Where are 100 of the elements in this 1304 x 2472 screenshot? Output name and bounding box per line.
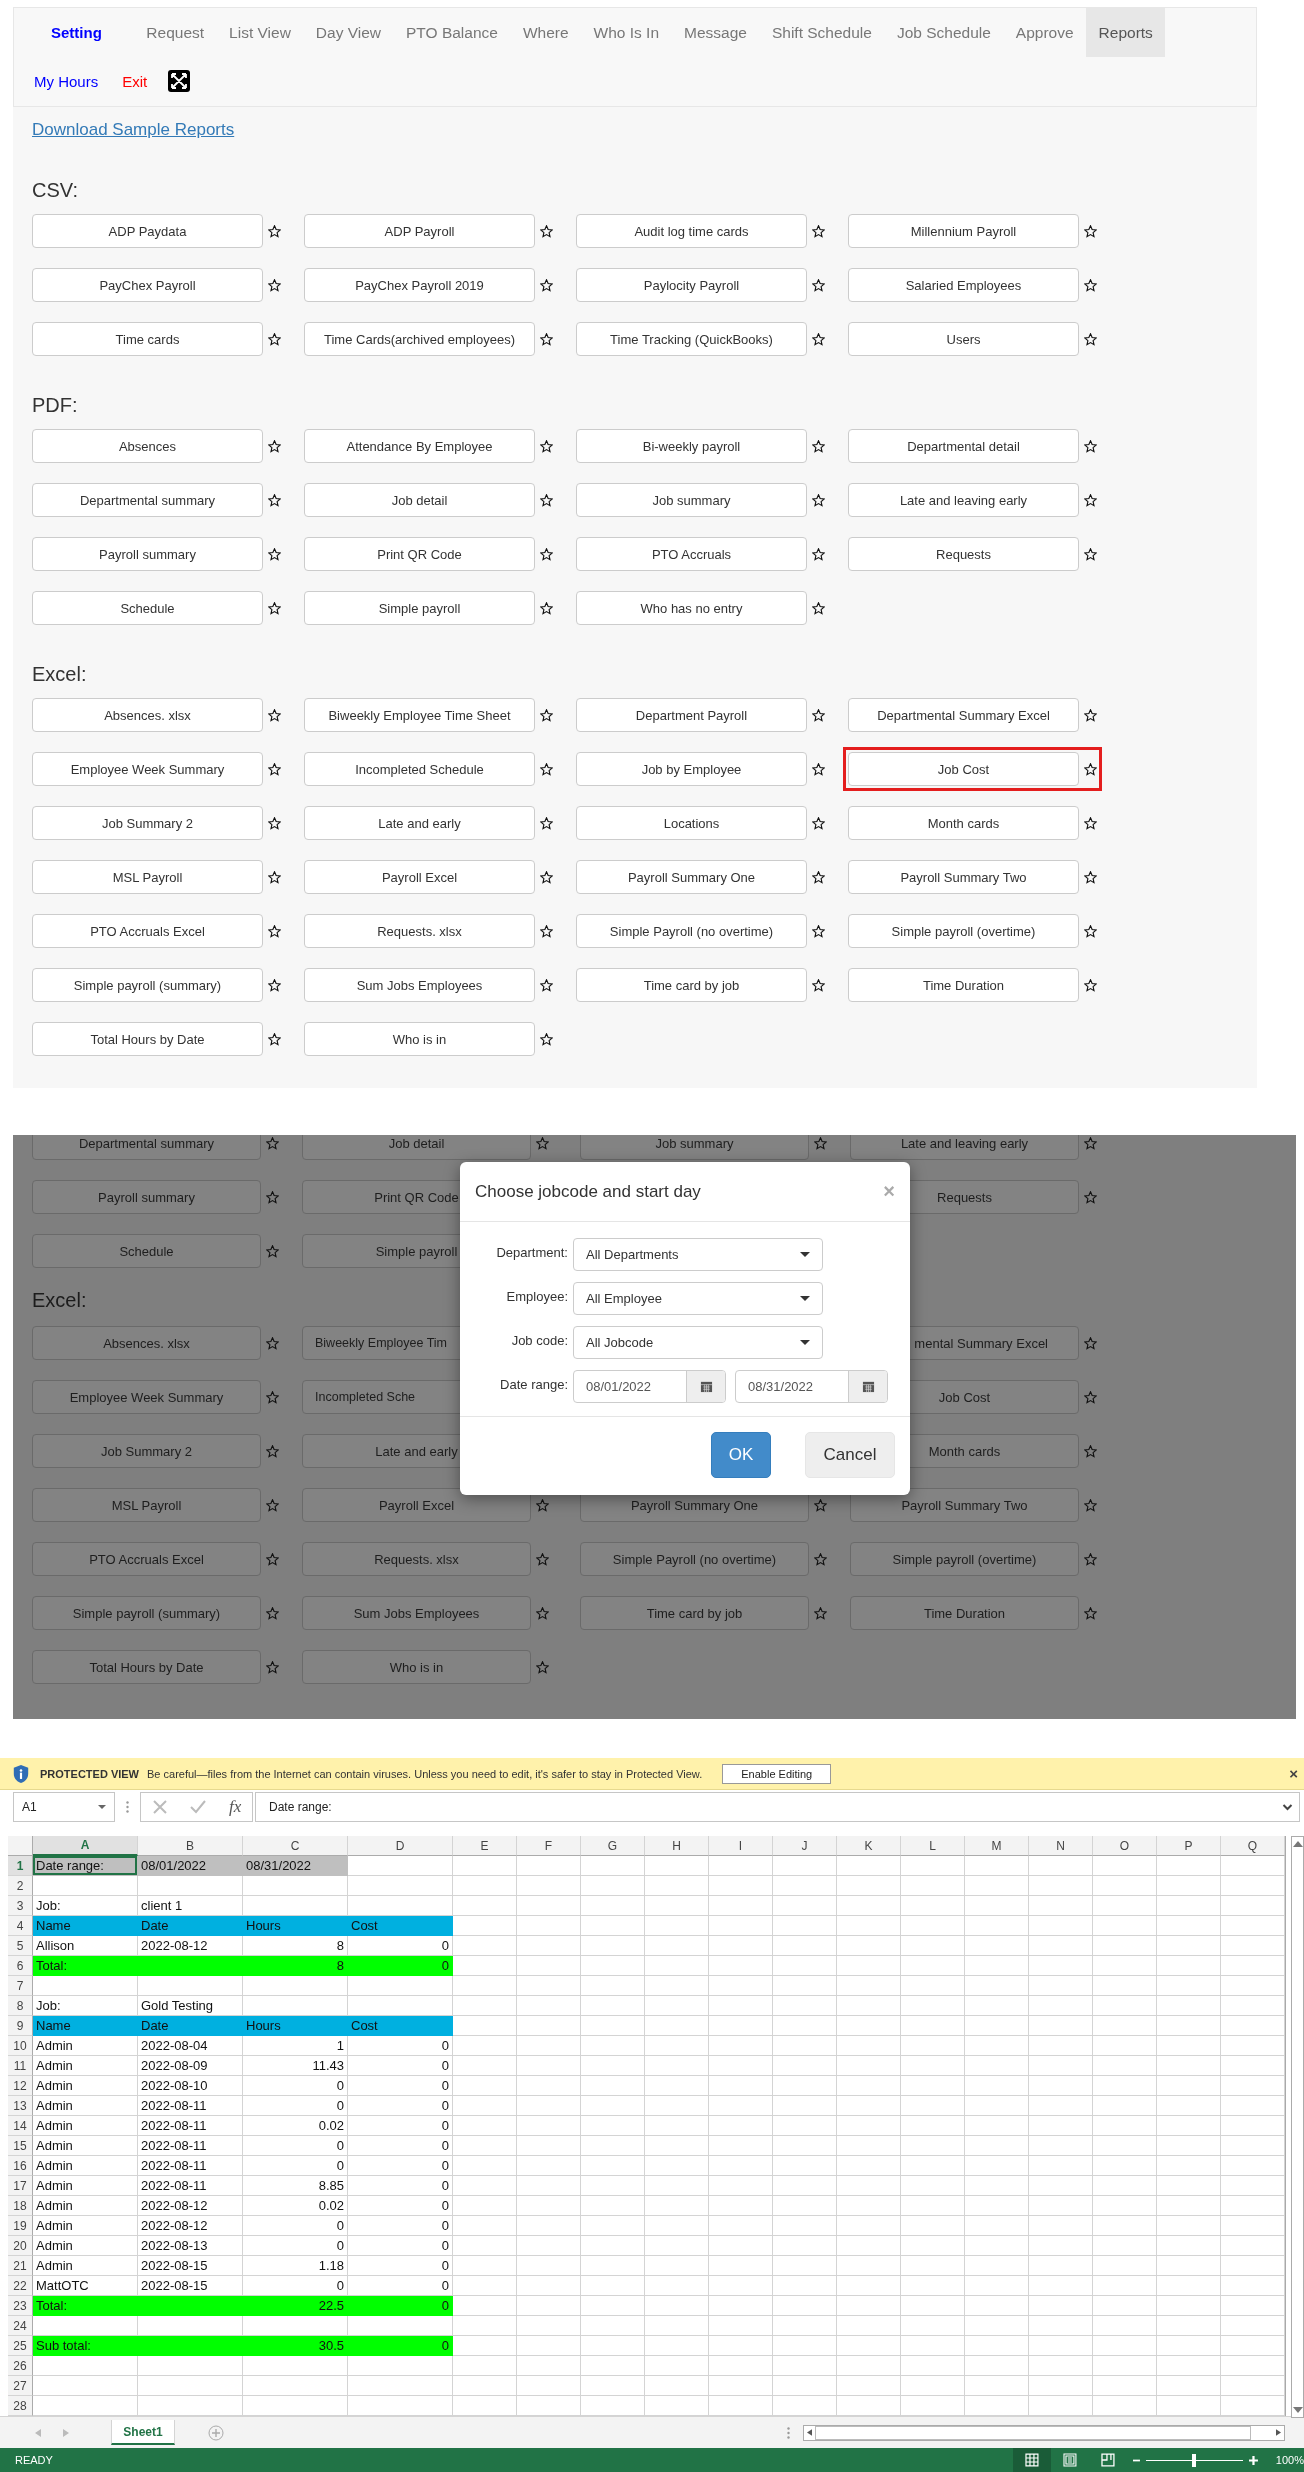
star-icon[interactable] (1084, 1552, 1097, 1566)
vertical-scrollbar[interactable] (1291, 1836, 1304, 2418)
star-icon[interactable] (540, 332, 553, 346)
column-header[interactable]: C (243, 1836, 348, 1856)
star-icon[interactable] (268, 547, 281, 561)
report-button[interactable]: Who is in (304, 1022, 535, 1056)
zoom-in-icon[interactable] (1248, 2455, 1258, 2465)
report-button[interactable]: Who has no entry (576, 591, 807, 625)
nav-tab[interactable]: Shift Schedule (759, 8, 885, 57)
report-button[interactable]: PTO Accruals Excel (32, 914, 263, 948)
star-icon[interactable] (1084, 224, 1097, 238)
star-icon[interactable] (268, 816, 281, 830)
star-icon[interactable] (540, 547, 553, 561)
star-icon[interactable] (1084, 708, 1097, 722)
report-button[interactable]: Time Cards(archived employees) (304, 322, 535, 356)
star-icon[interactable] (1084, 1136, 1097, 1150)
star-icon[interactable] (266, 1336, 279, 1350)
report-button[interactable]: Simple payroll (304, 591, 535, 625)
star-icon[interactable] (1084, 816, 1097, 830)
row-header[interactable]: 23 (8, 2296, 33, 2316)
star-icon[interactable] (268, 1032, 281, 1046)
star-icon[interactable] (812, 439, 825, 453)
star-icon[interactable] (1084, 1190, 1097, 1204)
nav-tab[interactable]: Reports (1086, 8, 1166, 57)
report-button[interactable]: Job summary (576, 483, 807, 517)
row-header[interactable]: 22 (8, 2276, 33, 2296)
star-icon[interactable] (1084, 1390, 1097, 1404)
report-button[interactable]: Time Tracking (QuickBooks) (576, 322, 807, 356)
star-icon[interactable] (1084, 978, 1097, 992)
row-header[interactable]: 16 (8, 2156, 33, 2176)
report-button[interactable]: Users (848, 322, 1079, 356)
report-button[interactable]: Who is in (302, 1650, 531, 1684)
row-header[interactable]: 6 (8, 1956, 33, 1976)
column-header[interactable]: B (138, 1836, 243, 1856)
row-header[interactable]: 4 (8, 1916, 33, 1936)
star-icon[interactable] (266, 1660, 279, 1674)
star-icon[interactable] (812, 762, 825, 776)
horizontal-scrollbar[interactable] (803, 2424, 1285, 2441)
star-icon[interactable] (812, 924, 825, 938)
star-icon[interactable] (812, 708, 825, 722)
star-icon[interactable] (540, 870, 553, 884)
report-button[interactable]: Schedule (32, 1234, 261, 1268)
report-button[interactable]: Bi-weekly payroll (576, 429, 807, 463)
dropdown[interactable]: All Jobcode (573, 1326, 823, 1359)
row-header[interactable]: 13 (8, 2096, 33, 2116)
star-icon[interactable] (812, 601, 825, 615)
star-icon[interactable] (540, 493, 553, 507)
formula-field[interactable]: Date range: (255, 1792, 1300, 1822)
row-header[interactable]: 26 (8, 2356, 33, 2376)
star-icon[interactable] (266, 1606, 279, 1620)
report-button[interactable]: Job Summary 2 (32, 1434, 261, 1468)
star-icon[interactable] (266, 1136, 279, 1150)
report-button[interactable]: PTO Accruals Excel (32, 1542, 261, 1576)
star-icon[interactable] (814, 1498, 827, 1512)
report-button[interactable]: PTO Accruals (576, 537, 807, 571)
star-icon[interactable] (1084, 870, 1097, 884)
nav-tab[interactable]: List View (216, 8, 304, 57)
row-header[interactable]: 1 (8, 1856, 33, 1876)
report-button[interactable]: Late and leaving early (850, 1135, 1079, 1160)
download-link[interactable]: Download Sample Reports (32, 119, 235, 141)
report-button[interactable]: Attendance By Employee (304, 429, 535, 463)
sheet-tab[interactable]: Sheet1 (111, 2420, 175, 2445)
star-icon[interactable] (540, 439, 553, 453)
column-header[interactable]: I (709, 1836, 773, 1856)
report-button[interactable]: Job summary (580, 1135, 809, 1160)
report-button[interactable]: Biweekly Employee Time Sheet (304, 698, 535, 732)
row-header[interactable]: 24 (8, 2316, 33, 2336)
nav-link[interactable]: My Hours (22, 72, 111, 90)
report-button[interactable]: Time Duration (848, 968, 1079, 1002)
scroll-down-icon[interactable] (1292, 2407, 1303, 2413)
column-header[interactable]: N (1029, 1836, 1093, 1856)
star-icon[interactable] (1084, 1336, 1097, 1350)
row-header[interactable]: 12 (8, 2076, 33, 2096)
column-header[interactable]: K (837, 1836, 901, 1856)
report-button[interactable]: Total Hours by Date (32, 1650, 261, 1684)
column-header[interactable]: E (453, 1836, 517, 1856)
chevron-icon[interactable] (1282, 1803, 1293, 1811)
row-header[interactable]: 25 (8, 2336, 33, 2356)
report-button[interactable]: Job Cost (848, 752, 1079, 786)
row-header[interactable]: 8 (8, 1996, 33, 2016)
row-header[interactable]: 3 (8, 1896, 33, 1916)
star-icon[interactable] (268, 439, 281, 453)
report-button[interactable]: Departmental detail (848, 429, 1079, 463)
report-button[interactable]: Simple Payroll (no overtime) (576, 914, 807, 948)
star-icon[interactable] (266, 1498, 279, 1512)
report-button[interactable]: ADP Paydata (32, 214, 263, 248)
report-button[interactable]: Employee Week Summary (32, 1380, 261, 1414)
star-icon[interactable] (812, 547, 825, 561)
nav-tab[interactable]: Where (510, 8, 582, 57)
report-button[interactable]: PayChex Payroll (32, 268, 263, 302)
row-header[interactable]: 28 (8, 2396, 33, 2416)
report-button[interactable]: Requests. xlsx (304, 914, 535, 948)
name-box[interactable]: A1 (13, 1792, 115, 1822)
report-button[interactable]: Requests. xlsx (302, 1542, 531, 1576)
report-button[interactable]: Simple payroll (overtime) (848, 914, 1079, 948)
star-icon[interactable] (540, 708, 553, 722)
star-icon[interactable] (540, 816, 553, 830)
report-button[interactable]: Payroll Excel (304, 860, 535, 894)
report-button[interactable]: Simple payroll (overtime) (850, 1542, 1079, 1576)
report-button[interactable]: Simple Payroll (no overtime) (580, 1542, 809, 1576)
